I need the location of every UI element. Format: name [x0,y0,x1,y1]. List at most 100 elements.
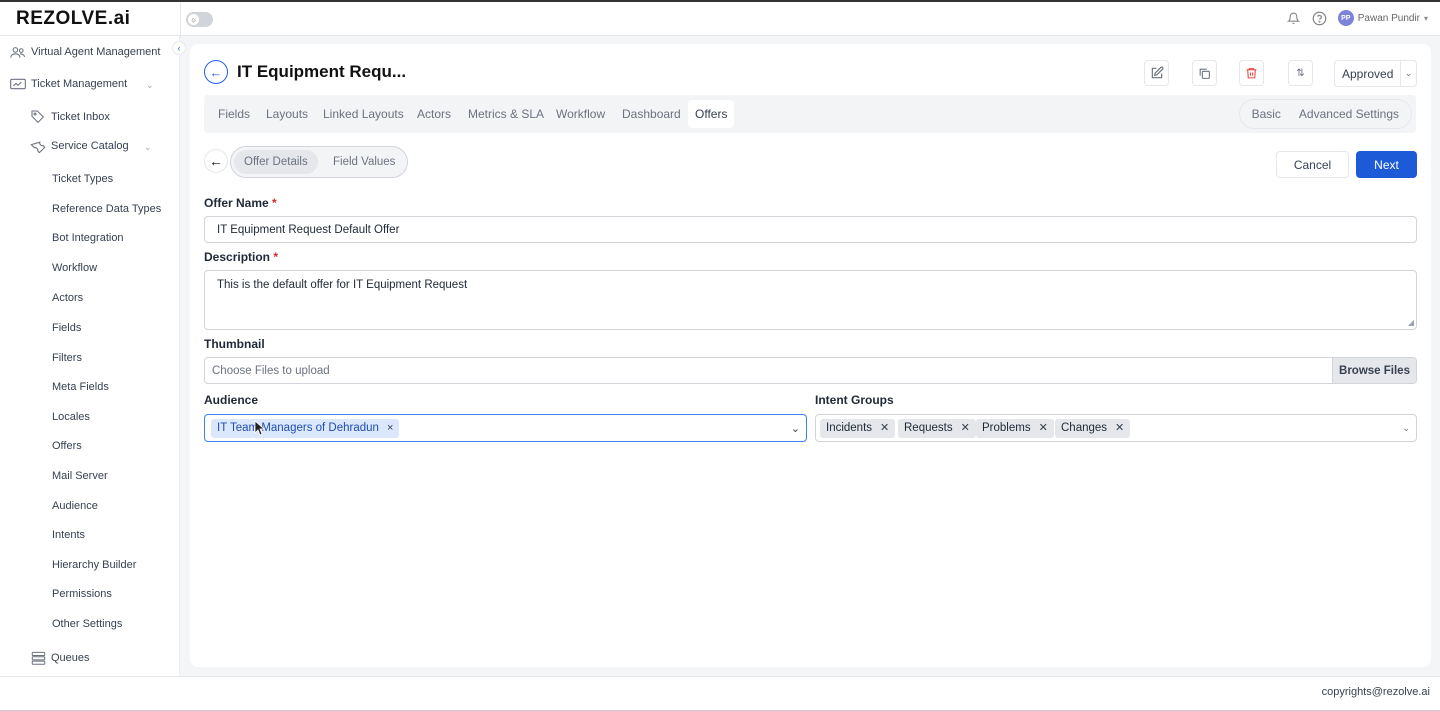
intent-chip-changes: Changes ✕ [1055,419,1131,438]
bell-icon[interactable] [1286,10,1302,26]
help-icon[interactable] [1312,10,1328,26]
sidebar-item-intents[interactable]: Intents [52,529,85,541]
sidebar-item-bot-integration[interactable]: Bot Integration [52,232,124,244]
intent-groups-select[interactable]: Incidents ✕ Requests ✕ Problems ✕ Change… [815,414,1417,442]
sidebar-item-ticket-inbox[interactable]: Ticket Inbox [30,110,110,124]
user-name[interactable]: Pawan Pundir [1358,13,1420,24]
mode-advanced-settings[interactable]: Advanced Settings [1290,102,1408,126]
users-icon [10,45,26,59]
sidebar-item-virtual-agent-management[interactable]: Virtual Agent Management [10,45,160,59]
required-mark: * [273,250,279,264]
tab-dashboard[interactable]: Dashboard [615,100,688,128]
copy-button[interactable] [1192,60,1217,86]
chevron-down-icon[interactable]: ▾ [1422,10,1430,26]
sidebar-item-meta-fields[interactable]: Meta Fields [52,381,109,393]
sidebar: Virtual Agent Management Ticket Manageme… [0,36,180,676]
sidebar-item-ticket-types[interactable]: Ticket Types [52,173,113,185]
intent-chip-requests: Requests ✕ [898,419,976,438]
close-icon[interactable]: ✕ [1039,419,1048,438]
sidebar-item-fields[interactable]: Fields [52,322,81,334]
edit-button[interactable] [1144,60,1169,86]
arrow-left-icon: ← [209,153,223,169]
sidebar-item-hierarchy-builder[interactable]: Hierarchy Builder [52,559,136,571]
sidebar-item-label: Queues [51,652,90,664]
sidebar-item-locales[interactable]: Locales [52,411,90,423]
sidebar-item-label: Virtual Agent Management [31,46,161,58]
copyright-text: copyrights@rezolve.ai [1321,686,1430,698]
tab-layouts[interactable]: Layouts [259,100,315,128]
sidebar-item-label: Ticket Inbox [51,111,110,123]
sidebar-item-filters[interactable]: Filters [52,352,82,364]
mode-basic[interactable]: Basic [1243,102,1290,126]
copy-icon [1199,68,1210,79]
resize-handle-icon[interactable]: ◢ [1408,318,1414,327]
sidebar-item-workflow[interactable]: Workflow [52,262,97,274]
tab-workflow[interactable]: Workflow [549,100,612,128]
description-field[interactable]: This is the default offer for IT Equipme… [204,270,1417,330]
delete-button[interactable] [1239,60,1264,86]
tab-bar: Fields Layouts Linked Layouts Actors Met… [204,95,1416,133]
subtab-offer-details[interactable]: Offer Details [234,150,318,174]
tag-icon [30,110,46,124]
sidebar-item-reference-data-types[interactable]: Reference Data Types [52,203,161,215]
description-value: This is the default offer for IT Equipme… [217,279,468,291]
sort-button[interactable]: ⇅ [1288,60,1313,86]
audience-select[interactable]: IT Team Managers of Dehradun × ⌄ [204,414,807,442]
tab-metrics-sla[interactable]: Metrics & SLA [461,100,551,128]
chevron-down-icon[interactable]: ⌄ [1402,423,1410,434]
sidebar-item-mail-server[interactable]: Mail Server [52,470,108,482]
edit-icon [1151,66,1163,79]
thumbnail-label: Thumbnail [204,337,265,351]
close-icon[interactable]: × [387,419,393,438]
close-icon[interactable]: ✕ [880,419,889,438]
main-panel: ← IT Equipment Requ... ⇅ Approved ⌄ Fiel… [190,44,1431,667]
status-select[interactable]: Approved ⌄ [1334,60,1417,87]
cancel-button[interactable]: Cancel [1276,151,1349,178]
offer-subtabs: Offer Details Field Values [230,146,408,178]
next-button[interactable]: Next [1356,151,1417,178]
theme-toggle[interactable]: ☼ [186,12,213,27]
chevron-down-icon[interactable]: ⌄ [791,422,800,435]
tab-linked-layouts[interactable]: Linked Layouts [316,100,411,128]
subtab-field-values[interactable]: Field Values [323,150,405,174]
back-button[interactable]: ← [204,60,228,84]
sidebar-item-audience[interactable]: Audience [52,500,98,512]
tab-actors[interactable]: Actors [410,100,458,128]
required-mark: * [272,196,277,210]
footer: copyrights@rezolve.ai [0,676,1440,712]
description-label: Description * [204,250,278,264]
sidebar-item-offers[interactable]: Offers [52,440,82,452]
close-icon[interactable]: ✕ [961,419,970,438]
wrench-icon [30,139,46,154]
label-text: Offer Name [204,196,269,210]
sidebar-item-ticket-management[interactable]: Ticket Management [10,77,127,91]
tab-fields[interactable]: Fields [211,100,257,128]
intent-chip-problems: Problems ✕ [976,419,1054,438]
divider [180,2,181,38]
offer-name-value: IT Equipment Request Default Offer [217,224,400,236]
close-icon[interactable]: ✕ [1115,419,1124,438]
sidebar-item-actors[interactable]: Actors [52,292,83,304]
mode-toggle: Basic Advanced Settings [1238,99,1412,129]
audience-label: Audience [204,393,259,407]
tab-offers[interactable]: Offers [688,100,735,128]
chevron-down-icon[interactable]: ⌄ [1400,61,1416,86]
offer-name-field[interactable]: IT Equipment Request Default Offer [204,216,1417,243]
list-icon [30,651,46,665]
app-logo[interactable]: REZOLVE.ai [16,8,130,30]
thumbnail-file-input[interactable]: Choose Files to upload Browse Files [204,357,1417,384]
sub-back-button[interactable]: ← [204,149,228,173]
avatar[interactable]: PP [1337,10,1354,26]
collapse-sidebar-button[interactable]: ‹ [172,41,186,55]
chip-label: Incidents [826,422,873,434]
browse-files-button[interactable]: Browse Files [1332,358,1416,383]
sidebar-item-other-settings[interactable]: Other Settings [52,618,122,630]
ticket-icon [10,77,26,91]
sidebar-item-label: Service Catalog [51,140,129,152]
chevron-down-icon[interactable]: ⌄ [144,142,152,153]
sidebar-item-queues[interactable]: Queues [30,651,90,665]
sidebar-item-service-catalog[interactable]: Service Catalog [30,139,129,154]
trash-icon [1246,68,1257,79]
chevron-down-icon[interactable]: ⌄ [146,80,154,91]
sidebar-item-permissions[interactable]: Permissions [52,588,112,600]
